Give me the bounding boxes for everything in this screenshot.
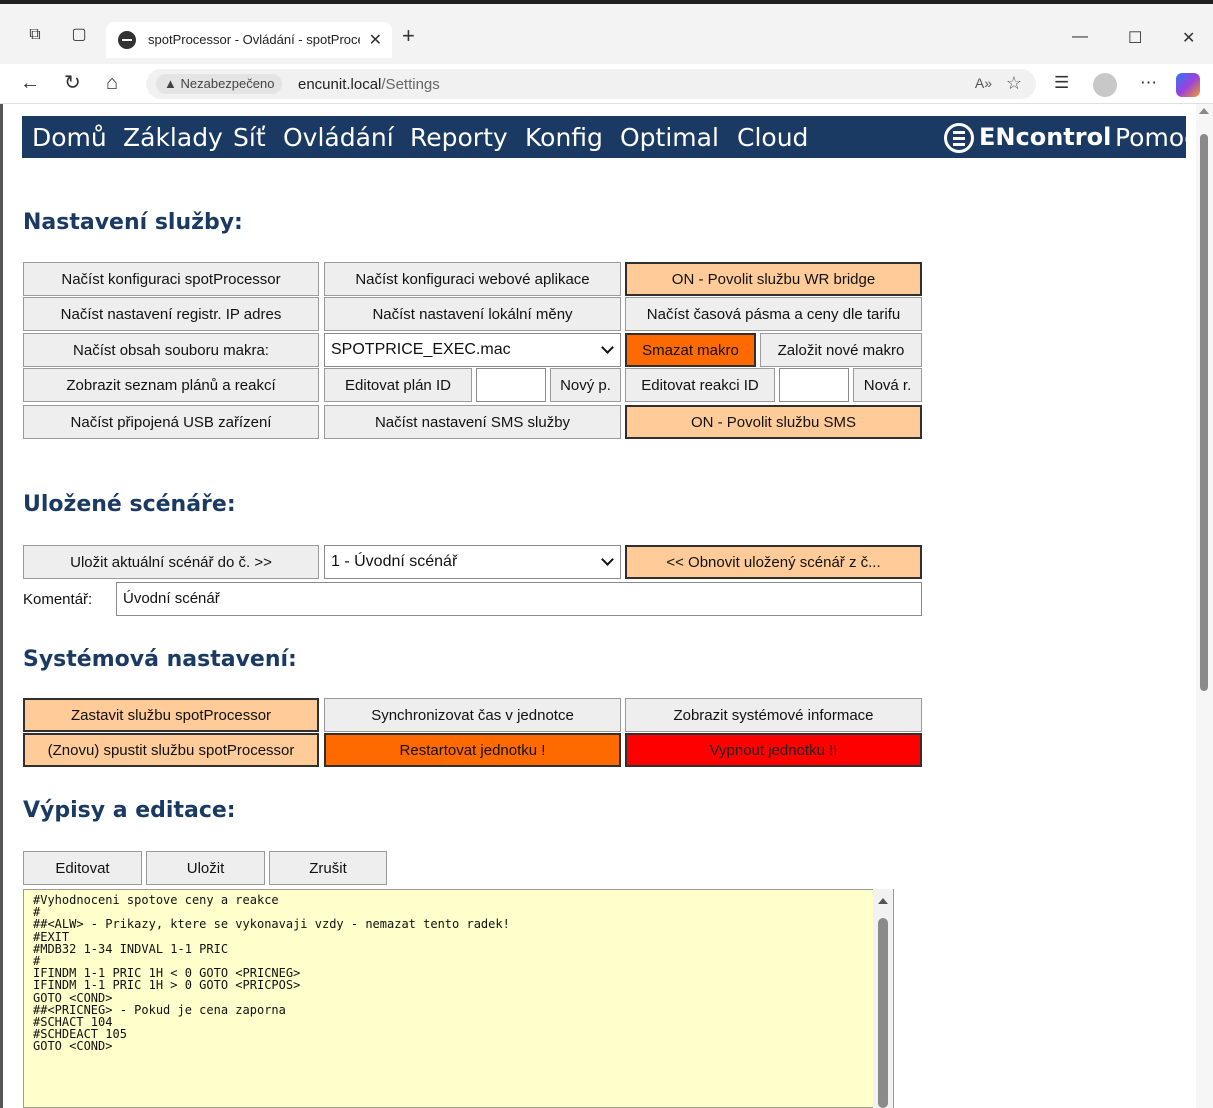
comment-label: Komentář: (23, 591, 93, 608)
profile-avatar[interactable] (1093, 73, 1117, 97)
minimize-icon[interactable]: — (1072, 28, 1088, 46)
editor-scrollbar[interactable] (873, 889, 893, 1108)
edit-reaction-button[interactable]: Editovat reakci ID (625, 368, 775, 402)
url-text[interactable]: encunit.local/Settings (298, 76, 440, 93)
workspaces-icon[interactable]: ⧉ (26, 26, 44, 44)
new-tab-icon[interactable]: + (402, 25, 415, 47)
nav-config[interactable]: Konfig (525, 123, 603, 152)
load-currency-button[interactable]: Načíst nastavení lokální měny (324, 297, 621, 331)
address-bar[interactable]: ▲ Nezabezpečeno encunit.local/Settings A… (146, 69, 1036, 99)
not-secure-badge[interactable]: ▲ Nezabezpečeno (156, 74, 283, 94)
chevron-down-icon (601, 553, 614, 566)
encontrol-logo-icon (944, 123, 974, 153)
load-tariff-zones-button[interactable]: Načíst časová pásma a ceny dle tarifu (625, 297, 922, 331)
copilot-icon[interactable] (1176, 73, 1200, 97)
save-button[interactable]: Uložit (146, 851, 265, 885)
back-icon[interactable]: ← (20, 72, 40, 94)
reaction-id-input[interactable] (779, 368, 849, 402)
comment-value: Úvodní scénář (123, 590, 220, 607)
macro-select-value: SPOTPRICE_EXEC.mac (331, 341, 511, 358)
page-scroll-thumb[interactable] (1200, 134, 1208, 691)
wr-bridge-toggle-button[interactable]: ON - Povolit službu WR bridge (625, 262, 922, 296)
nav-optimal[interactable]: Optimal (620, 123, 719, 152)
new-reaction-button[interactable]: Nová r. (853, 368, 922, 402)
window-left-border (0, 104, 3, 1108)
plan-id-input[interactable] (476, 368, 546, 402)
cancel-button[interactable]: Zrušit (269, 851, 387, 885)
load-ip-registry-button[interactable]: Načíst nastavení registr. IP adres (23, 297, 319, 331)
home-icon[interactable]: ⌂ (106, 72, 118, 94)
load-spot-config-button[interactable]: Načíst konfiguraci spotProcessor (23, 262, 319, 296)
nav-help[interactable]: Pomoc (1115, 123, 1198, 152)
nav-network[interactable]: Síť (233, 123, 266, 152)
load-usb-button[interactable]: Načíst připojená USB zařízení (23, 405, 319, 439)
site-favicon-icon (118, 31, 136, 49)
url-host: encunit.local (298, 76, 382, 93)
show-sysinfo-button[interactable]: Zobrazit systémové informace (625, 698, 922, 732)
active-tab[interactable]: spotProcessor - Ovládání - spotProcessor… (106, 22, 392, 58)
delete-macro-button[interactable]: Smazat makro (625, 333, 756, 367)
main-nav: Domů Základy Síť Ovládání Reporty Konfig… (22, 116, 1198, 158)
nav-reports[interactable]: Reporty (410, 123, 508, 152)
maximize-icon[interactable]: ☐ (1128, 28, 1142, 48)
sms-toggle-button[interactable]: ON - Povolit službu SMS (625, 405, 922, 439)
comment-input[interactable]: Úvodní scénář (116, 582, 922, 616)
close-tab-icon[interactable]: ✕ (369, 30, 382, 50)
tab-title: spotProcessor - Ovládání - spotProcessor (148, 32, 360, 47)
reload-icon[interactable]: ↻ (64, 72, 81, 94)
scroll-up-icon[interactable] (1199, 108, 1209, 114)
edit-button[interactable]: Editovat (23, 851, 142, 885)
url-path: /Settings (381, 76, 440, 93)
close-window-icon[interactable]: ✕ (1182, 28, 1195, 48)
tab-bar: ⧉ ▢ spotProcessor - Ovládání - spotProce… (0, 4, 1213, 64)
tab-actions-icon[interactable]: ▢ (70, 26, 88, 44)
load-web-config-button[interactable]: Načíst konfiguraci webové aplikace (324, 262, 621, 296)
favorite-star-icon[interactable]: ☆ (1006, 73, 1022, 94)
sync-time-button[interactable]: Synchronizovat čas v jednotce (324, 698, 621, 732)
shutdown-unit-button[interactable]: Vypnout jednotku !! (625, 733, 922, 767)
chevron-down-icon (601, 341, 614, 354)
page-scrollbar[interactable] (1196, 104, 1213, 1108)
address-bar-row: ← ↻ ⌂ ▲ Nezabezpečeno encunit.local/Sett… (0, 64, 1213, 104)
scenario-select-value: 1 - Úvodní scénář (331, 553, 458, 570)
save-scenario-button[interactable]: Uložit aktuální scénář do č. >> (23, 545, 319, 579)
not-secure-label: Nezabezpečeno (180, 76, 275, 91)
system-heading: Systémová nastavení: (23, 647, 297, 672)
nav-basics[interactable]: Základy (123, 123, 223, 152)
service-heading: Nastavení služby: (23, 210, 243, 235)
more-menu-icon[interactable]: ⋯ (1140, 73, 1157, 93)
restore-scenario-button[interactable]: << Obnovit uložený scénář z č... (625, 545, 922, 579)
editor-content: #Vyhodnoceni spotove ceny a reakce # ##<… (33, 893, 510, 1054)
restart-service-button[interactable]: (Znovu) spustit službu spotProcessor (23, 733, 319, 767)
new-plan-button[interactable]: Nový p. (550, 368, 621, 402)
nav-home[interactable]: Domů (32, 123, 107, 152)
stop-service-button[interactable]: Zastavit službu spotProcessor (23, 698, 319, 732)
show-plans-button[interactable]: Zobrazit seznam plánů a reakcí (23, 368, 319, 402)
load-sms-button[interactable]: Načíst nastavení SMS služby (324, 405, 621, 439)
nav-cloud[interactable]: Cloud (737, 123, 808, 152)
editor-scroll-thumb[interactable] (878, 918, 888, 1108)
editor-heading: Výpisy a editace: (23, 798, 236, 823)
restart-unit-button[interactable]: Restartovat jednotku ! (324, 733, 621, 767)
macro-select[interactable]: SPOTPRICE_EXEC.mac (324, 333, 621, 367)
editor-textarea[interactable]: #Vyhodnoceni spotove ceny a reakce # ##<… (23, 889, 894, 1108)
scenario-select[interactable]: 1 - Úvodní scénář (324, 545, 621, 579)
editor-scroll-up-icon[interactable] (878, 898, 888, 904)
brand-name[interactable]: ENcontrol (979, 123, 1111, 151)
nav-control[interactable]: Ovládání (283, 123, 394, 152)
load-macro-button[interactable]: Načíst obsah souboru makra: (23, 333, 319, 367)
edit-plan-button[interactable]: Editovat plán ID (324, 368, 472, 402)
read-aloud-icon[interactable]: A» (975, 75, 992, 91)
favorites-list-icon[interactable]: ☰ (1054, 73, 1069, 93)
new-macro-button[interactable]: Založit nové makro (760, 333, 922, 367)
scenarios-heading: Uložené scénáře: (23, 492, 236, 517)
